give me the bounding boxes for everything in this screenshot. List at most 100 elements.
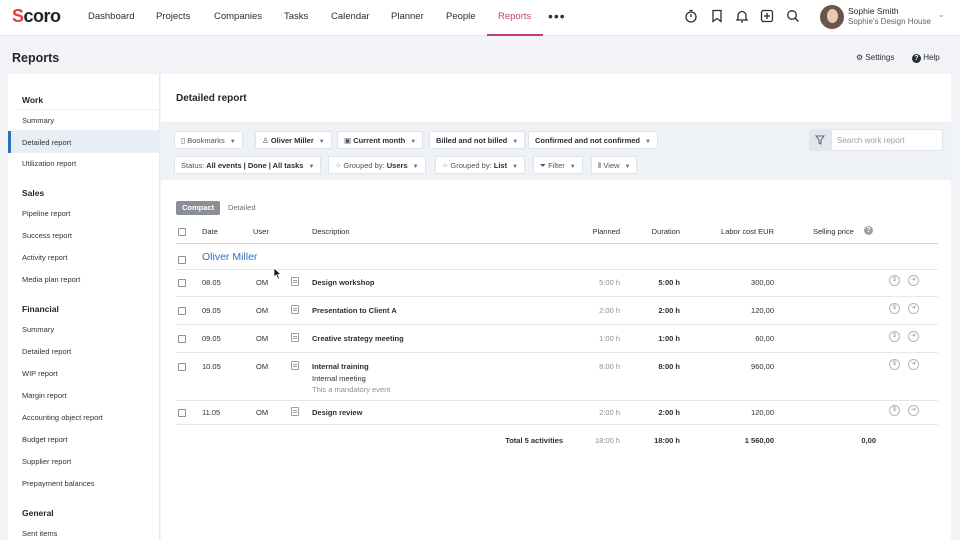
sidebar-item-margin-report[interactable]: Margin report [22, 391, 67, 400]
sidebar-item-financial-summary[interactable]: Summary [22, 325, 54, 334]
help-button[interactable]: ? Help [912, 53, 940, 63]
sidebar-item-work-summary[interactable]: Summary [22, 116, 54, 125]
nav-companies[interactable]: Companies [214, 11, 262, 22]
group-by-label: Grouped by: [343, 161, 385, 170]
nav-tasks[interactable]: Tasks [284, 11, 308, 22]
nav-projects[interactable]: Projects [156, 11, 190, 22]
user-name[interactable]: Sophie Smith [848, 6, 899, 16]
row-checkbox[interactable] [178, 363, 186, 371]
group-user-name[interactable]: Oliver Miller [202, 251, 257, 263]
bookmarks-dropdown[interactable]: ▯ Bookmarks ▼ [174, 131, 243, 149]
column-description[interactable]: Description [312, 227, 350, 236]
confirmation-dropdown[interactable]: Confirmed and not confirmed ▼ [528, 131, 658, 149]
dollar-icon[interactable]: $ [889, 359, 900, 370]
row-date: 11.05 [202, 408, 221, 417]
period-dropdown[interactable]: ▣ Current month ▼ [337, 131, 424, 149]
dollar-icon[interactable]: $ [889, 405, 900, 416]
document-icon[interactable] [291, 361, 299, 370]
billing-icon[interactable]: ➜ [908, 303, 919, 314]
sidebar-item-utilization-report[interactable]: Utilization report [22, 159, 76, 168]
row-description[interactable]: Creative strategy meeting [312, 334, 404, 343]
dollar-icon[interactable]: $ [889, 331, 900, 342]
help-icon[interactable]: ? [864, 226, 873, 235]
sidebar-item-prepayment-balances[interactable]: Prepayment balances [22, 479, 95, 488]
row-duration: 5:00 h [658, 278, 680, 287]
row-checkbox[interactable] [178, 279, 186, 287]
plus-square-icon[interactable] [760, 9, 774, 23]
filter-label: Filter [548, 161, 565, 170]
billing-dropdown[interactable]: Billed and not billed ▼ [429, 131, 526, 149]
row-planned: 5:00 h [599, 278, 620, 287]
search-icon[interactable] [786, 9, 800, 23]
billing-icon[interactable]: ➜ [908, 275, 919, 286]
row-description[interactable]: Design workshop [312, 278, 375, 287]
sidebar-item-supplier-report[interactable]: Supplier report [22, 457, 71, 466]
bookmark-icon[interactable] [710, 9, 724, 23]
billing-icon[interactable]: ➜ [908, 405, 919, 416]
sidebar-item-accounting-object-report[interactable]: Accounting object report [22, 413, 103, 422]
sidebar-item-detailed-report[interactable]: Detailed report [22, 138, 71, 147]
row-checkbox[interactable] [178, 307, 186, 315]
status-dropdown[interactable]: Status: All events | Done | All tasks ▼ [174, 156, 322, 174]
calendar-icon: ▣ [344, 136, 352, 145]
sidebar-item-success-report[interactable]: Success report [22, 231, 72, 240]
column-duration[interactable]: Duration [630, 227, 680, 236]
settings-button[interactable]: ⚙ Settings [856, 53, 894, 62]
sidebar-item-sent-items[interactable]: Sent items [22, 529, 57, 538]
nav-reports[interactable]: Reports [498, 11, 531, 22]
timer-icon[interactable] [684, 9, 698, 23]
user-avatar[interactable] [820, 5, 844, 29]
nav-dashboard[interactable]: Dashboard [88, 11, 134, 22]
billing-icon[interactable]: ➜ [908, 359, 919, 370]
sidebar-section-financial: Financial [22, 304, 59, 314]
row-labor-cost: 300,00 [751, 278, 774, 287]
chevron-down-icon[interactable]: ⌄ [938, 10, 945, 19]
column-user[interactable]: User [253, 227, 269, 236]
filter-dropdown[interactable]: ⏷ Filter ▼ [533, 156, 583, 174]
row-planned: 8:00 h [599, 362, 620, 371]
view-dropdown[interactable]: ⦀ View ▼ [591, 156, 638, 174]
detailed-view-tab[interactable]: Detailed [228, 203, 256, 212]
row-description[interactable]: Internal training [312, 362, 369, 371]
group-by-users-dropdown[interactable]: ⁘ Grouped by: Users ▼ [328, 156, 426, 174]
compact-view-tab[interactable]: Compact [176, 201, 221, 215]
nav-planner[interactable]: Planner [391, 11, 424, 22]
group-by-list-dropdown[interactable]: ⁘ Grouped by: List ▼ [435, 156, 526, 174]
row-divider [176, 424, 938, 425]
bell-icon[interactable] [735, 9, 749, 23]
row-checkbox[interactable] [178, 335, 186, 343]
caret-down-icon: ▼ [308, 164, 315, 170]
column-planned[interactable]: Planned [570, 227, 620, 236]
dollar-icon[interactable]: $ [889, 275, 900, 286]
search-filter-button[interactable] [809, 129, 831, 151]
sidebar-item-pipeline-report[interactable]: Pipeline report [22, 209, 70, 218]
column-labor-cost[interactable]: Labor cost EUR [694, 227, 774, 236]
search-work-report-input[interactable] [831, 129, 943, 151]
billing-icon[interactable]: ➜ [908, 331, 919, 342]
more-icon[interactable]: ••• [548, 8, 566, 24]
dollar-icon[interactable]: $ [889, 303, 900, 314]
sidebar-item-financial-detailed-report[interactable]: Detailed report [22, 347, 71, 356]
document-icon[interactable] [291, 407, 299, 416]
sidebar-item-activity-report[interactable]: Activity report [22, 253, 67, 262]
row-description[interactable]: Design review [312, 408, 362, 417]
sidebar-item-media-plan-report[interactable]: Media plan report [22, 275, 80, 284]
document-icon[interactable] [291, 277, 299, 286]
group-checkbox[interactable] [178, 256, 186, 264]
sidebar-item-budget-report[interactable]: Budget report [22, 435, 67, 444]
totals-duration: 18:00 h [654, 436, 680, 445]
document-icon[interactable] [291, 305, 299, 314]
scoro-logo[interactable]: Scoro [12, 6, 61, 27]
sidebar-item-wip-report[interactable]: WIP report [22, 369, 58, 378]
nav-calendar[interactable]: Calendar [331, 11, 370, 22]
row-date: 09.05 [202, 306, 221, 315]
select-all-checkbox[interactable] [178, 228, 186, 236]
row-description[interactable]: Presentation to Client A [312, 306, 397, 315]
nav-people[interactable]: People [446, 11, 476, 22]
user-filter-dropdown[interactable]: ♙ Oliver Miller ▼ [255, 131, 332, 149]
row-checkbox[interactable] [178, 409, 186, 417]
column-date[interactable]: Date [202, 227, 218, 236]
row-divider [176, 296, 938, 297]
document-icon[interactable] [291, 333, 299, 342]
column-selling-price[interactable]: Selling price [813, 227, 854, 236]
